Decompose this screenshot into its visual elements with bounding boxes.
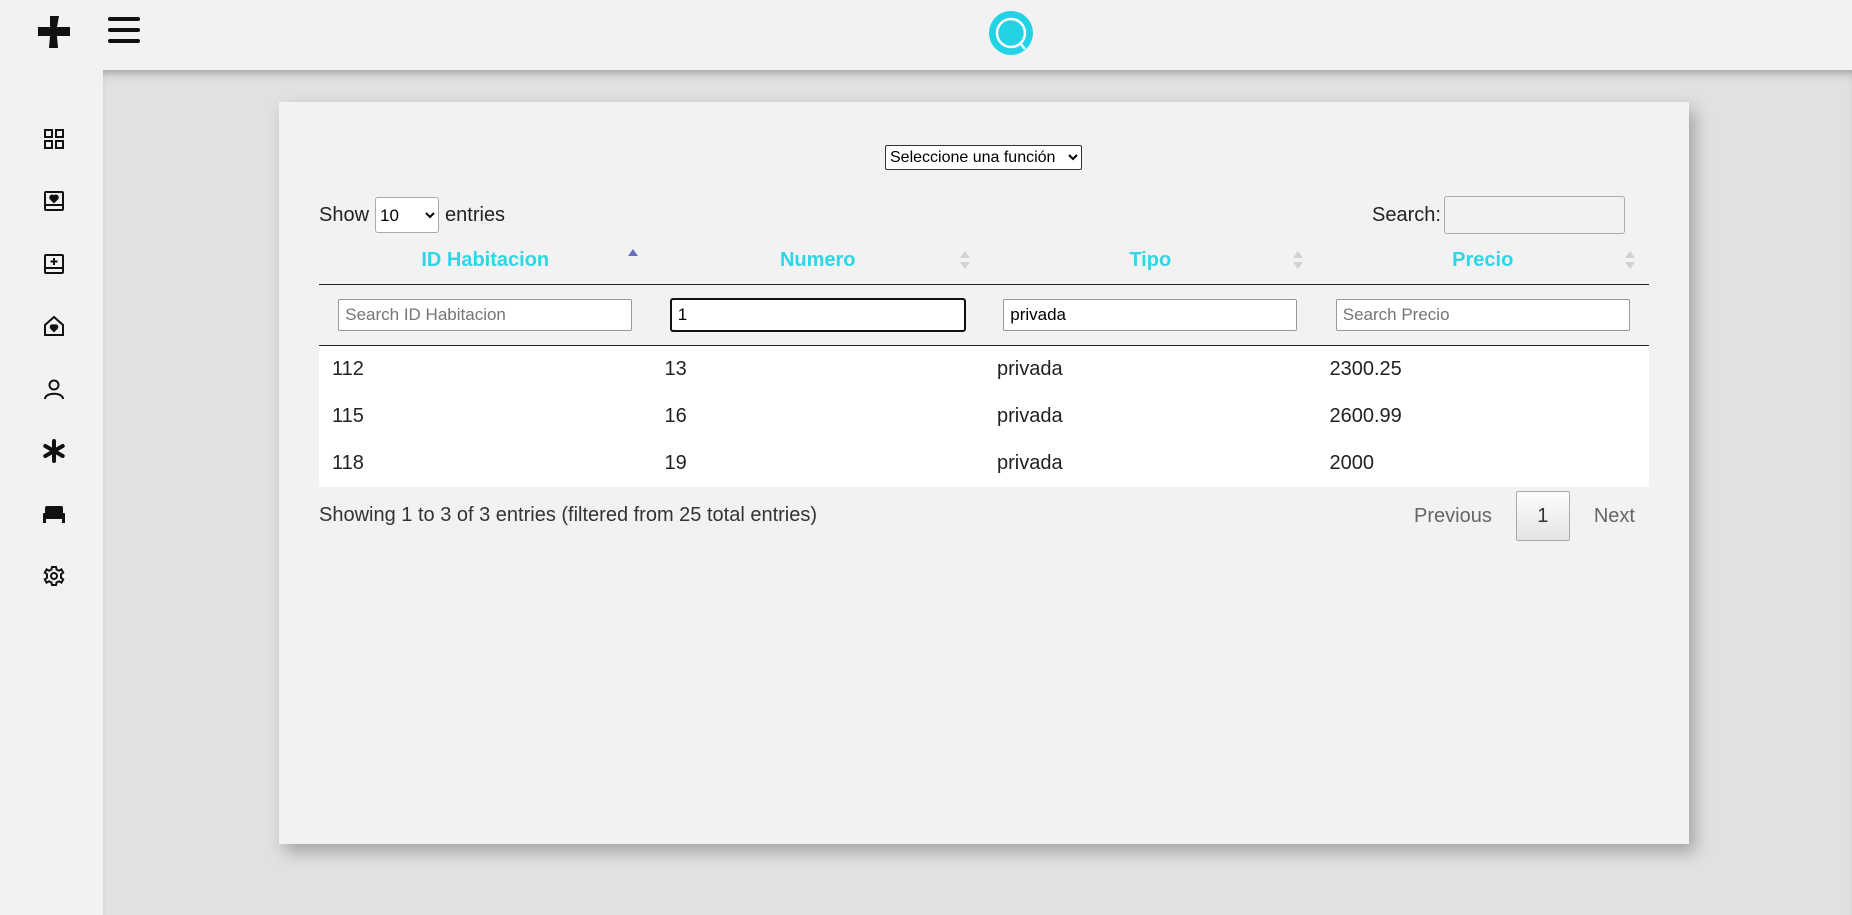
search-input[interactable] (1443, 196, 1625, 234)
entries-length-control: Show 10 entries (319, 197, 505, 233)
sort-both-icon (960, 251, 970, 269)
cell-tipo: privada (997, 405, 1063, 427)
filter-numero[interactable] (669, 298, 966, 332)
plus-icon (38, 16, 70, 48)
sidebar (0, 70, 103, 915)
cell-numero: 19 (664, 452, 687, 474)
previous-button[interactable]: Previous (1396, 505, 1510, 528)
user-icon[interactable] (40, 375, 68, 403)
cell-tipo: privada (997, 358, 1063, 380)
filter-id-habitacion[interactable] (338, 299, 633, 331)
cell-precio: 2300.25 (1329, 358, 1402, 380)
column-header-precio[interactable]: Precio (1317, 240, 1650, 284)
table-row[interactable]: 118 19 privada 2000 (319, 440, 1649, 487)
bed-icon[interactable] (40, 500, 68, 528)
column-header-numero[interactable]: Numero (652, 240, 985, 284)
page-button-current[interactable]: 1 (1515, 491, 1570, 541)
cell-numero: 16 (664, 405, 687, 427)
asterisk-icon[interactable] (40, 437, 68, 465)
cell-id: 112 (332, 358, 364, 380)
entries-label: entries (445, 203, 506, 226)
filter-tipo[interactable] (1003, 299, 1298, 331)
column-header-tipo[interactable]: Tipo (984, 240, 1317, 284)
hamburger-icon[interactable] (108, 17, 140, 45)
global-search: Search: (1372, 196, 1625, 234)
cell-id: 115 (332, 405, 364, 427)
filter-precio[interactable] (1335, 299, 1630, 331)
table-header: ID Habitacion Numero Tipo Precio (319, 240, 1649, 285)
cell-tipo: privada (997, 452, 1063, 474)
search-label: Search: (1372, 203, 1441, 226)
cell-id: 118 (332, 452, 364, 474)
gear-icon[interactable] (40, 562, 68, 590)
pagination: Previous 1 Next (1396, 491, 1653, 541)
cell-precio: 2600.99 (1329, 405, 1402, 427)
column-filters (319, 285, 1649, 346)
show-label: Show (319, 203, 370, 226)
function-select[interactable]: Seleccione una función (885, 145, 1082, 170)
add-note-icon[interactable] (40, 250, 68, 278)
sort-both-icon (1625, 251, 1635, 269)
table-info: Showing 1 to 3 of 3 entries (filtered fr… (319, 504, 818, 526)
sort-asc-icon (627, 249, 638, 256)
sort-both-icon (1292, 251, 1303, 269)
table-body: 112 13 privada 2300.25 115 16 privada 26… (319, 346, 1649, 487)
heart-inbox-icon[interactable] (40, 187, 68, 215)
next-button[interactable]: Next (1576, 505, 1653, 528)
table-row[interactable]: 112 13 privada 2300.25 (319, 346, 1649, 393)
rooms-table: ID Habitacion Numero Tipo Precio Search … (319, 240, 1649, 487)
home-heart-icon[interactable] (40, 312, 68, 340)
table-row[interactable]: 115 16 privada 2600.99 (319, 393, 1649, 440)
search-icon[interactable] (989, 11, 1033, 55)
dashboard-grid-icon[interactable] (40, 125, 68, 153)
column-header-id-habitacion[interactable]: ID Habitacion (319, 240, 652, 284)
entries-select[interactable]: 10 (375, 197, 440, 233)
top-bar (0, 0, 1852, 70)
cell-numero: 13 (664, 358, 687, 380)
cell-precio: 2000 (1329, 452, 1375, 474)
